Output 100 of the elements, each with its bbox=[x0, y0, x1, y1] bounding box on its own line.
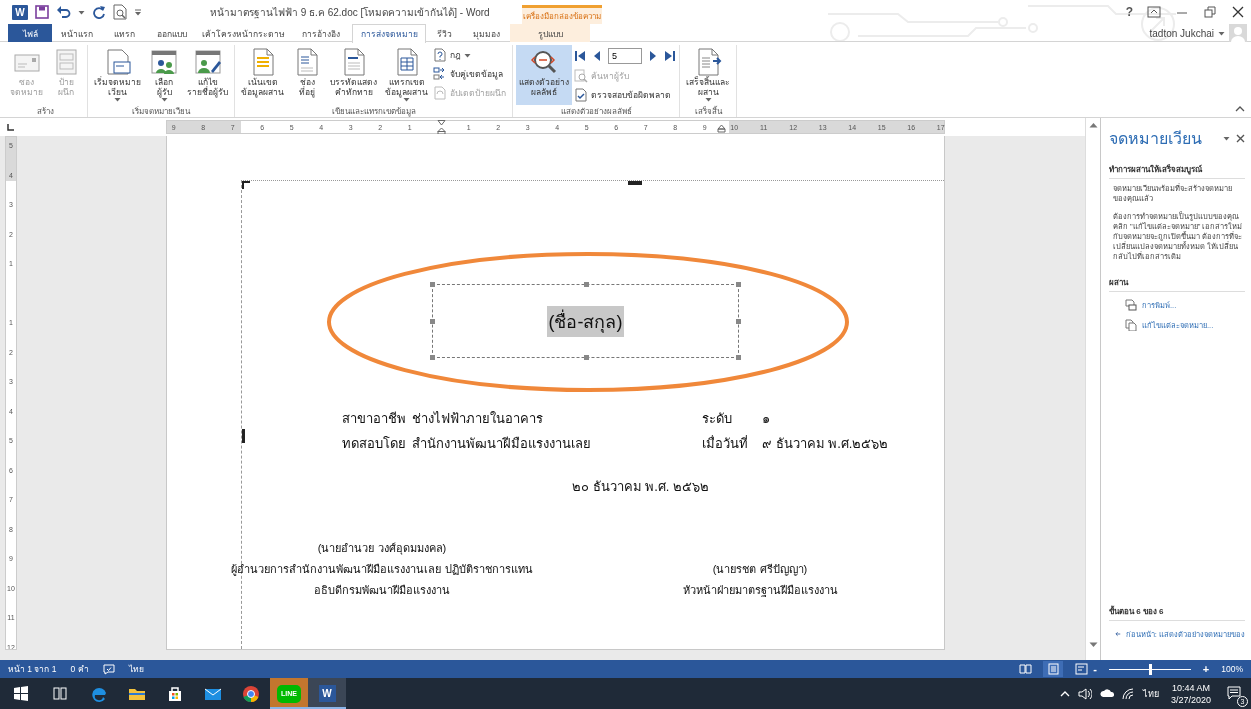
next-record-icon[interactable] bbox=[648, 50, 658, 62]
clock-time[interactable]: 10:44 AM bbox=[1171, 681, 1210, 694]
speaker-icon[interactable] bbox=[1077, 687, 1092, 700]
close-icon[interactable] bbox=[1236, 134, 1245, 143]
proofing-icon[interactable] bbox=[102, 663, 115, 675]
field-value: สำนักงานพัฒนาฝีมือแรงงานเลย bbox=[412, 435, 592, 452]
scroll-down-icon[interactable] bbox=[1088, 642, 1098, 648]
save-icon[interactable] bbox=[35, 5, 49, 19]
ribbon-tab[interactable]: รูปแบบ bbox=[510, 24, 590, 42]
indent-marker-icon[interactable] bbox=[717, 124, 726, 133]
section-heading: ทำการผสานให้เสร็จสมบูรณ์ bbox=[1109, 163, 1245, 179]
cloud-icon[interactable] bbox=[1099, 689, 1114, 698]
ribbon-tab[interactable]: ไฟล์ bbox=[8, 24, 52, 42]
find-recipient-icon bbox=[574, 69, 588, 83]
previous-record-icon[interactable] bbox=[592, 50, 602, 62]
print-preview-icon[interactable] bbox=[113, 4, 127, 20]
context-group-label: เครื่องมือกล่องข้อความ bbox=[522, 5, 602, 24]
ribbon-button[interactable]: ช่อง ที่อยู่ bbox=[289, 45, 325, 105]
ribbon-button[interactable]: บรรทัดแสดง คำทักทาย bbox=[327, 45, 380, 105]
view-button[interactable] bbox=[1043, 661, 1064, 677]
ribbon-button[interactable]: เน้นเขต ข้อมูลผสาน bbox=[238, 45, 287, 105]
group-label: แสดงตัวอย่างผลลัพธ์ bbox=[559, 106, 633, 118]
tab-stop-selector-icon[interactable] bbox=[5, 122, 15, 132]
resize-handle[interactable] bbox=[736, 319, 741, 324]
corner-crop-mark bbox=[242, 181, 250, 189]
ribbon-display-icon[interactable] bbox=[1147, 6, 1161, 18]
group-label: เสร็จสิ้น bbox=[693, 105, 723, 118]
ribbon-button[interactable]: เสร็จสิ้นและ ผสาน bbox=[683, 45, 733, 105]
document-check-icon bbox=[574, 88, 588, 102]
match-fields-icon bbox=[433, 67, 447, 81]
field-value: ๑ bbox=[762, 410, 771, 427]
indent-marker-icon[interactable] bbox=[437, 120, 446, 134]
text-cursor bbox=[242, 429, 245, 443]
word-count[interactable]: 0 คำ bbox=[70, 662, 89, 676]
wifi-icon[interactable] bbox=[1121, 687, 1135, 700]
record-number-field[interactable]: 5 bbox=[608, 48, 642, 64]
pane-title: จดหมายเวียน bbox=[1109, 129, 1202, 149]
web-layout-icon bbox=[1074, 663, 1088, 675]
zoom-level[interactable]: 100% bbox=[1221, 664, 1243, 674]
clock-date[interactable]: 3/27/2020 bbox=[1170, 693, 1211, 706]
help-button[interactable]: ? bbox=[1125, 5, 1133, 19]
ribbon-tab[interactable]: ออกแบบ bbox=[147, 24, 197, 42]
signature-text: อธิบดีกรมพัฒนาฝีมือแรงงาน bbox=[314, 583, 450, 598]
ribbon-button[interactable]: แทรกเขต ข้อมูลผสาน bbox=[382, 45, 431, 105]
field-value: ๙ ธันวาคม พ.ศ.๒๕๖๒ bbox=[762, 435, 890, 452]
resize-handle[interactable] bbox=[584, 282, 589, 287]
input-language[interactable]: ไทย bbox=[1142, 686, 1159, 701]
restore-icon[interactable] bbox=[1203, 6, 1217, 18]
ribbon-button[interactable]: เริ่มจดหมาย เวียน bbox=[91, 45, 144, 105]
customize-caret-icon[interactable] bbox=[134, 7, 142, 17]
zoom-in-button[interactable]: + bbox=[1200, 663, 1212, 675]
language-indicator[interactable]: ไทย bbox=[128, 662, 144, 676]
account-name[interactable]: tadton Jukchai bbox=[1149, 27, 1214, 39]
documents-icon bbox=[1125, 319, 1137, 331]
resize-handle[interactable] bbox=[430, 355, 435, 360]
ribbon-tab[interactable]: มุมมอง bbox=[462, 24, 510, 42]
taskbar-app-button[interactable]: W bbox=[308, 678, 346, 709]
page-count[interactable]: หน้า 1 จาก 1 bbox=[8, 662, 57, 676]
ribbon-button[interactable]: จับคู่เขตข้อมูล bbox=[433, 65, 509, 83]
signature-text: ผู้อำนวยการสำนักงานพัฒนาฝีมือแรงงานเลย ปฏิบัติราชการแทน bbox=[231, 562, 533, 578]
ribbon-button[interactable]: ตรวจสอบข้อผิดพลาด bbox=[574, 86, 676, 104]
collapse-ribbon-icon[interactable] bbox=[1235, 105, 1245, 113]
last-record-icon[interactable] bbox=[664, 50, 676, 62]
ribbon-tab[interactable]: เค้าโครงหน้ากระดาษ bbox=[197, 24, 289, 42]
field-label: ระดับ bbox=[702, 410, 733, 427]
notification-icon[interactable] bbox=[1227, 685, 1241, 700]
ribbon-button[interactable]: เลือก ผู้รับ bbox=[146, 45, 182, 105]
anchor-mark bbox=[628, 181, 642, 185]
ribbon-tab[interactable]: การส่งจดหมาย bbox=[352, 24, 426, 43]
ribbon-tab[interactable]: รีวิว bbox=[426, 24, 462, 42]
show-hidden-icon[interactable] bbox=[1059, 690, 1070, 697]
back-arrow-icon[interactable] bbox=[1115, 630, 1121, 638]
field-label: สาขาอาชีพ bbox=[342, 410, 407, 427]
word-logo-icon: W bbox=[318, 685, 336, 702]
close-icon[interactable] bbox=[1231, 6, 1245, 18]
resize-handle[interactable] bbox=[584, 355, 589, 360]
word-logo-icon[interactable]: W bbox=[12, 4, 28, 20]
print-layout-icon bbox=[1046, 663, 1060, 675]
ribbon-tab[interactable]: หน้าแรก bbox=[52, 24, 102, 42]
resize-handle[interactable] bbox=[430, 282, 435, 287]
ribbon-tab[interactable]: การอ้างอิง bbox=[289, 24, 352, 42]
ribbon-button[interactable]: กฎ bbox=[433, 46, 509, 64]
scroll-up-icon[interactable] bbox=[1088, 122, 1098, 128]
people-edit-icon bbox=[192, 47, 223, 77]
slider-thumb[interactable] bbox=[1148, 663, 1152, 675]
caret-icon bbox=[78, 9, 85, 15]
ribbon-button[interactable]: แสดงตัวอย่าง ผลลัพธ์ bbox=[516, 45, 572, 105]
undo-icon[interactable] bbox=[56, 5, 71, 19]
step-label: ขั้นตอน 6 ของ 6 bbox=[1109, 605, 1245, 621]
ribbon-button[interactable]: แก้ไข รายชื่อผู้รับ bbox=[184, 45, 231, 105]
resize-handle[interactable] bbox=[430, 319, 435, 324]
first-record-icon[interactable] bbox=[574, 50, 586, 62]
text-box[interactable]: (ชื่อ-สกุล) bbox=[432, 284, 739, 358]
redo-icon[interactable] bbox=[92, 5, 106, 19]
resize-handle[interactable] bbox=[736, 355, 741, 360]
resize-handle[interactable] bbox=[736, 282, 741, 287]
zoom-out-button[interactable]: - bbox=[1091, 663, 1099, 675]
section-heading: ผสาน bbox=[1109, 276, 1245, 292]
ribbon-tab[interactable]: แทรก bbox=[102, 24, 147, 42]
vertical-scrollbar[interactable] bbox=[1085, 118, 1100, 660]
